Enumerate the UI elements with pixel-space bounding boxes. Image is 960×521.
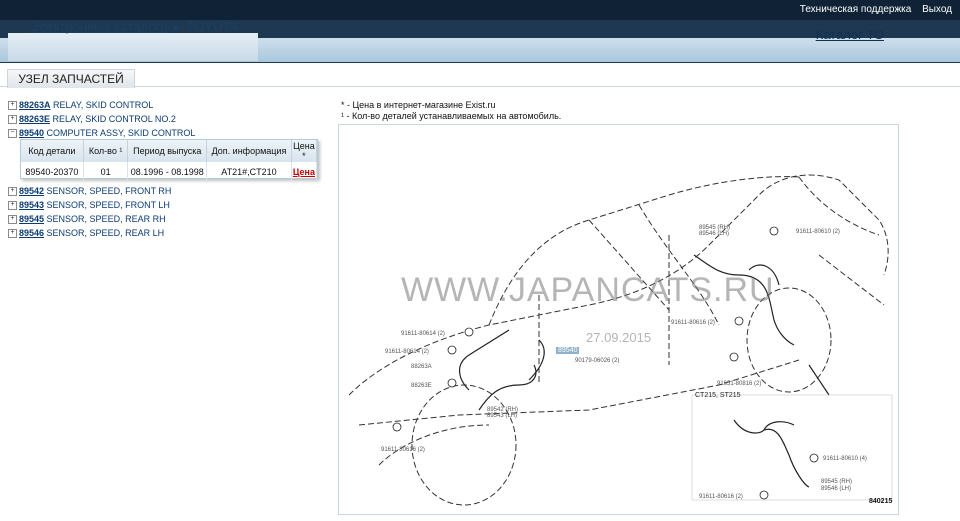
support-link[interactable]: Техническая поддержка — [800, 4, 912, 15]
col-part-code: Код детали — [21, 140, 84, 162]
breadcrumb-current: TOYOTA — [186, 19, 239, 34]
cell-price: Цена — [291, 162, 318, 182]
expand-icon[interactable]: + — [8, 229, 17, 239]
breadcrumb-root-link[interactable]: Электронные каталоги — [30, 19, 167, 34]
part-code-link[interactable]: 89545 — [19, 214, 44, 224]
callout-label: 91611-80614 (2) — [385, 349, 429, 355]
highlighted-part-label[interactable]: 89540 — [556, 347, 580, 354]
callout-label: 91611-80616 (2) — [381, 447, 425, 453]
tree-item[interactable]: +88263E RELAY, SKID CONTROL NO.2 — [8, 112, 195, 126]
price-link[interactable]: Цена — [293, 167, 315, 177]
part-detail-table: Код детали Кол-во ¹ Период выпуска Доп. … — [20, 139, 318, 182]
tree-item[interactable]: −89540 COMPUTER ASSY, SKID CONTROL — [8, 126, 195, 140]
tree-item[interactable]: +89546 SENSOR, SPEED, REAR LH — [8, 226, 195, 240]
part-code-link[interactable]: 89543 — [19, 200, 44, 210]
callout-label: 88263E — [411, 383, 432, 389]
table-header-row: Код детали Кол-во ¹ Период выпуска Доп. … — [21, 140, 318, 162]
callout-label: 91611-80616 (2) — [671, 320, 715, 326]
tab-divider — [0, 86, 960, 87]
cell-quantity: 01 — [83, 162, 129, 182]
col-price: Цена * — [291, 140, 318, 162]
callout-label: 88263A — [411, 364, 432, 370]
col-quantity: Кол-во ¹ — [83, 140, 129, 162]
part-name: SENSOR, SPEED, REAR LH — [46, 228, 165, 238]
cell-part-code: 89540-20370 — [21, 162, 84, 182]
footnotes: * - Цена в интернет-магазине Exist.ru ¹ … — [341, 100, 561, 122]
part-code-link[interactable]: 89546 — [19, 228, 44, 238]
col-extra-info: Доп. информация — [206, 140, 292, 162]
col-production-period: Период выпуска — [127, 140, 208, 162]
callout-label: 91611-80610 (2) — [796, 229, 840, 235]
figure-number: 840215 — [869, 498, 893, 505]
part-name: SENSOR, SPEED, REAR RH — [46, 214, 166, 224]
part-code-link[interactable]: 89540 — [19, 128, 44, 138]
expand-icon[interactable]: + — [8, 115, 17, 125]
callout-label: 90179-06026 (2) — [575, 358, 619, 364]
chevron-right-icon: ▶ — [173, 22, 181, 32]
watermark-date: 27.09.2015 — [586, 330, 652, 345]
tree-item[interactable]: +89542 SENSOR, SPEED, FRONT RH — [8, 184, 195, 198]
expand-icon[interactable]: + — [8, 101, 17, 111]
callout-label: 91611-80610 (4) — [823, 456, 867, 462]
price-note: * - Цена в интернет-магазине Exist.ru — [341, 100, 496, 110]
catalog-to-link[interactable]: Каталог ТО — [816, 27, 884, 42]
cell-period: 08.1996 - 08.1998 — [127, 162, 208, 182]
tree-item[interactable]: +89545 SENSOR, SPEED, REAR RH — [8, 212, 195, 226]
part-code-link[interactable]: 88263E — [19, 114, 50, 124]
part-name: RELAY, SKID CONTROL NO.2 — [52, 114, 176, 124]
callout-label: 89543 (LH) — [487, 413, 517, 419]
expand-icon[interactable]: + — [8, 187, 17, 197]
collapse-icon[interactable]: − — [8, 129, 17, 139]
top-links: Техническая поддержка Выход — [792, 4, 952, 15]
part-name: COMPUTER ASSY, SKID CONTROL — [46, 128, 196, 138]
tree-item[interactable]: +88263A RELAY, SKID CONTROL — [8, 98, 195, 112]
callout-label: 91611-80616 (2) — [699, 494, 743, 500]
breadcrumb-panel — [8, 33, 258, 61]
callout-label: 91611-80614 (2) — [401, 331, 445, 337]
callout-label: 89545 (RH) — [821, 479, 852, 485]
quantity-note: ¹ - Кол-во деталей устанавливаемых на ав… — [341, 111, 562, 121]
callout-label: 91651-80816 (2) — [717, 381, 761, 387]
expand-icon[interactable]: + — [8, 215, 17, 225]
variant-label: CT215, ST215 — [695, 392, 741, 399]
part-name: RELAY, SKID CONTROL — [53, 100, 154, 110]
callout-label: 89546 (LH) — [699, 231, 729, 237]
part-name: SENSOR, SPEED, FRONT LH — [46, 200, 170, 210]
part-code-link[interactable]: 89542 — [19, 186, 44, 196]
watermark: WWW.JAPANCATS.RU — [401, 271, 775, 309]
logout-link[interactable]: Выход — [922, 4, 952, 15]
tab-parts-unit[interactable]: УЗЕЛ ЗАПЧАСТЕЙ — [7, 69, 135, 88]
part-code-link[interactable]: 88263A — [19, 100, 51, 110]
part-name: SENSOR, SPEED, FRONT RH — [46, 186, 172, 196]
table-row: 89540-20370 01 08.1996 - 08.1998 AT21#,C… — [21, 162, 318, 182]
car-diagram-drawing: 91611-80614 (2) 91611-80614 (2) 88263A 8… — [348, 174, 893, 506]
parts-diagram[interactable]: 91611-80614 (2) 91611-80614 (2) 88263A 8… — [338, 124, 899, 515]
tree-item[interactable]: +89543 SENSOR, SPEED, FRONT LH — [8, 198, 195, 212]
cell-extra-info: AT21#,CT210 — [206, 162, 292, 182]
top-bar: Техническая поддержка Выход — [0, 0, 960, 20]
callout-label: 89546 (LH) — [821, 486, 851, 492]
expand-icon[interactable]: + — [8, 201, 17, 211]
breadcrumb: Электронные каталоги ▶ TOYOTA — [30, 19, 239, 34]
